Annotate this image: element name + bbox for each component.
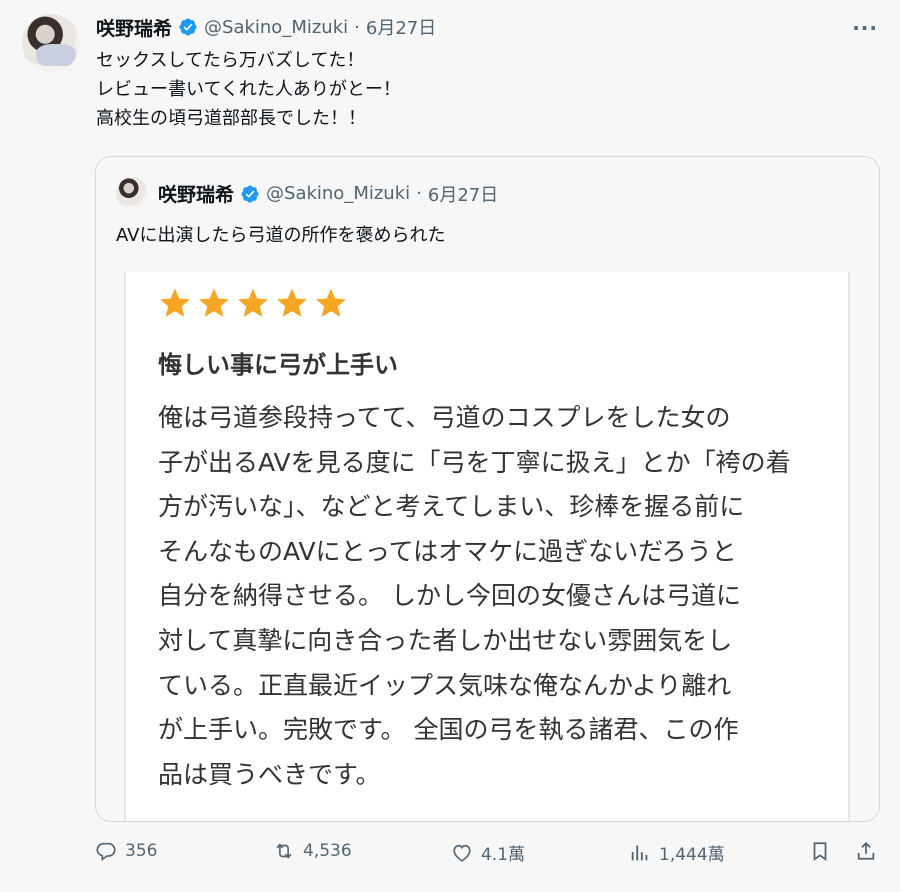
tweet-header: 咲野瑞希 @Sakino_Mizuki · 6月27日 (96, 14, 436, 40)
views-button[interactable]: 1,444萬 (629, 840, 725, 865)
review-line: 品は買うべきです。 (158, 759, 381, 789)
action-bar: 356 4,536 4.1萬 1,444萬 (95, 840, 885, 872)
quoted-avatar (116, 177, 148, 209)
star-icon (316, 288, 346, 317)
repost-icon (276, 843, 292, 859)
avatar[interactable] (22, 14, 80, 72)
verified-badge-icon (241, 184, 259, 203)
quoted-header: 咲野瑞希 @Sakino_Mizuki · 6月27日 (158, 180, 498, 207)
review-line: 対して真摯に向き合った者しか出せない雰囲気をし (158, 625, 733, 655)
views-icon (631, 845, 648, 860)
quoted-handle: @Sakino_Mizuki (266, 183, 411, 204)
views-count: 1,444萬 (659, 845, 725, 865)
review-image[interactable]: 悔しい事に弓が上手い 俺は弓道参段持ってて、弓道のコスプレをした女の子が出るAV… (124, 272, 850, 821)
separator: · (354, 16, 360, 38)
star-icon (277, 288, 307, 317)
verified-badge-icon (179, 18, 197, 36)
star-icon (199, 288, 229, 317)
quoted-date: 6月27日 (427, 184, 499, 206)
like-count: 4.1萬 (481, 845, 526, 865)
reply-icon (96, 842, 116, 861)
tweet-text: セックスしてたら万バズしてた！ レビュー書いてくれた人ありがとー！ 高校生の頃弓… (96, 50, 401, 129)
separator: · (416, 183, 422, 204)
reply-button[interactable]: 356 (95, 840, 157, 862)
bookmark-button[interactable] (809, 840, 831, 862)
review-line: 俺は弓道参段持ってて、弓道のコスプレをした女の (158, 403, 731, 432)
tweet-date[interactable]: 6月27日 (366, 14, 436, 40)
reply-count: 356 (125, 841, 158, 861)
review-line: ている。正直最近イップス気味な俺なんかより離れ (158, 670, 732, 700)
repost-count: 4,536 (303, 841, 352, 861)
review-line: そんなものAVにとってはオマケに過ぎないだろうと (158, 536, 737, 566)
star-rating (158, 286, 348, 320)
share-button[interactable] (855, 840, 877, 862)
star-icon (160, 288, 190, 317)
review-line: 子が出るAVを見る度に「弓を丁寧に扱え」とか「袴の着 (158, 447, 791, 477)
more-icon[interactable]: ··· (852, 16, 878, 40)
bookmark-icon (813, 842, 827, 861)
quoted-tweet[interactable]: 咲野瑞希 @Sakino_Mizuki · 6月27日 AVに出演したら弓道の所… (95, 156, 880, 822)
review-line: 自分を納得させる。 しかし今回の女優さんは弓道に (158, 581, 741, 611)
like-button[interactable]: 4.1萬 (451, 840, 525, 865)
review-line: が上手い。完敗です。 全国の弓を執る諸君、この作 (158, 715, 739, 745)
review-line: 方が汚いな」、などと考えてしまい、珍棒を握る前に (158, 492, 745, 522)
review-title: 悔しい事に弓が上手い (158, 351, 398, 379)
quoted-author-name: 咲野瑞希 (158, 184, 235, 206)
author-handle[interactable]: @Sakino_Mizuki (204, 17, 348, 38)
share-icon (857, 841, 875, 860)
review-body: 俺は弓道参段持ってて、弓道のコスプレをした女の子が出るAVを見る度に「弓を丁寧に… (158, 396, 791, 797)
heart-icon (453, 844, 471, 862)
quoted-text: AVに出演したら弓道の所作を褒められた (116, 225, 446, 246)
repost-button[interactable]: 4,536 (273, 840, 352, 862)
star-icon (238, 288, 268, 317)
author-name[interactable]: 咲野瑞希 (96, 14, 172, 41)
